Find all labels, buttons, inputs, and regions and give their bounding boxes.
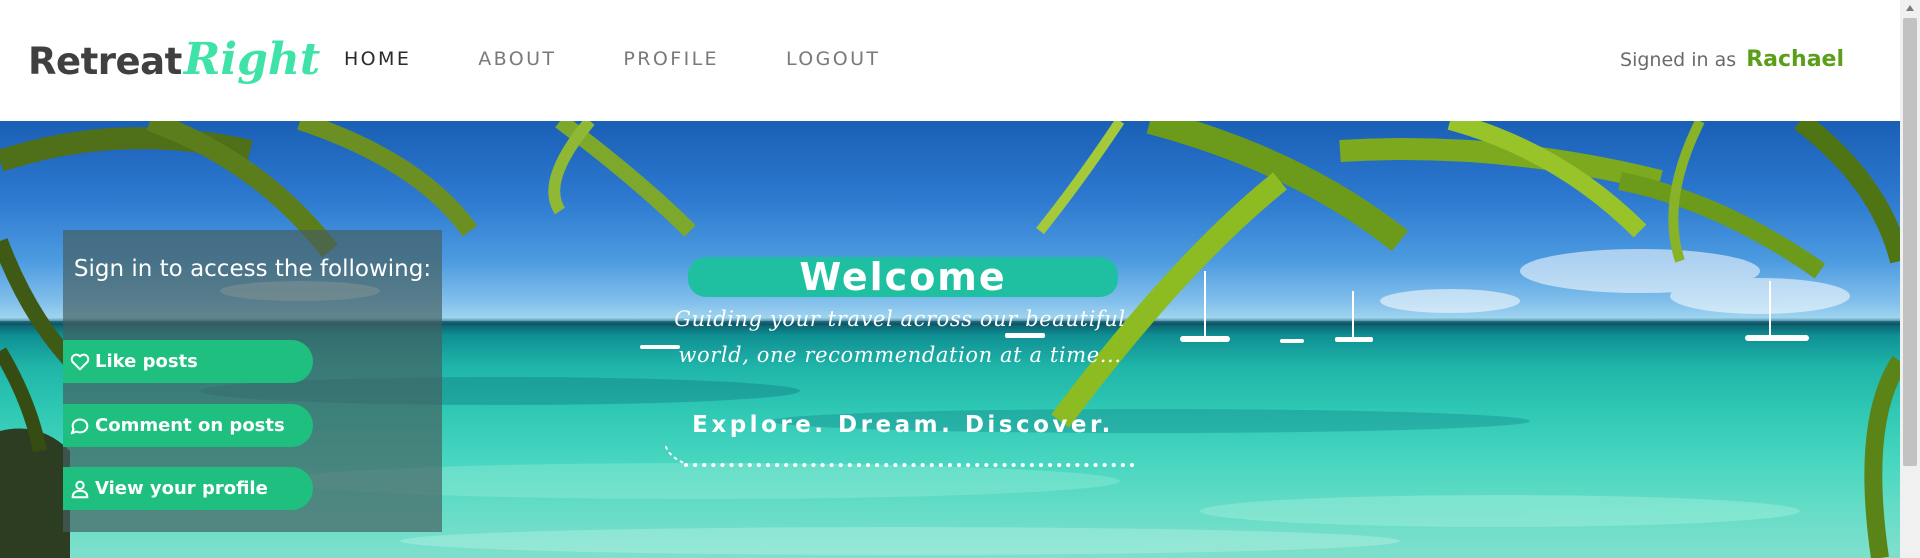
nav-profile-link[interactable]: PROFILE <box>623 48 719 70</box>
welcome-subtitle-line2: world, one recommendation at a time... <box>678 343 1122 367</box>
page-scrollbar[interactable] <box>1900 0 1920 558</box>
signed-in-status: Signed in as Rachael <box>1620 47 1844 72</box>
nav-home-link[interactable]: HOME <box>344 48 411 70</box>
brand-logo-part2: Right <box>183 34 321 85</box>
comment-on-posts-button[interactable]: Comment on posts <box>63 404 313 447</box>
brand-logo[interactable]: Retreat Right <box>28 34 320 85</box>
like-posts-button[interactable]: Like posts <box>63 340 313 383</box>
signed-in-prefix: Signed in as <box>1620 49 1737 71</box>
scroll-up-arrow-icon[interactable] <box>1906 5 1914 11</box>
welcome-heading: Welcome <box>799 255 1007 299</box>
scrollbar-thumb[interactable] <box>1903 18 1917 466</box>
heart-icon <box>69 351 91 373</box>
signed-in-username[interactable]: Rachael <box>1746 47 1844 72</box>
signin-panel-title: Sign in to access the following: <box>73 256 432 282</box>
nav-about-link[interactable]: ABOUT <box>478 48 556 70</box>
navbar: Retreat Right HOME ABOUT PROFILE LOGOUT S… <box>0 0 1900 121</box>
nav-logout-link[interactable]: LOGOUT <box>786 48 880 70</box>
page: Retreat Right HOME ABOUT PROFILE LOGOUT S… <box>0 0 1920 558</box>
comment-on-posts-label: Comment on posts <box>95 415 285 436</box>
main-nav: HOME ABOUT PROFILE LOGOUT <box>344 48 947 70</box>
brand-logo-part1: Retreat <box>28 40 182 83</box>
hero-banner: Sign in to access the following: Like po… <box>0 121 1900 558</box>
user-icon <box>69 478 91 500</box>
like-posts-label: Like posts <box>95 351 198 372</box>
view-profile-button[interactable]: View your profile <box>63 467 313 510</box>
signin-benefits-panel: Sign in to access the following: Like po… <box>63 230 442 532</box>
view-profile-label: View your profile <box>95 478 268 499</box>
speech-bubble-icon <box>69 415 91 437</box>
welcome-subtitle: Guiding your travel across our beautiful… <box>620 301 1180 373</box>
dotted-underline <box>665 446 1142 467</box>
welcome-subtitle-line1: Guiding your travel across our beautiful <box>674 307 1126 331</box>
